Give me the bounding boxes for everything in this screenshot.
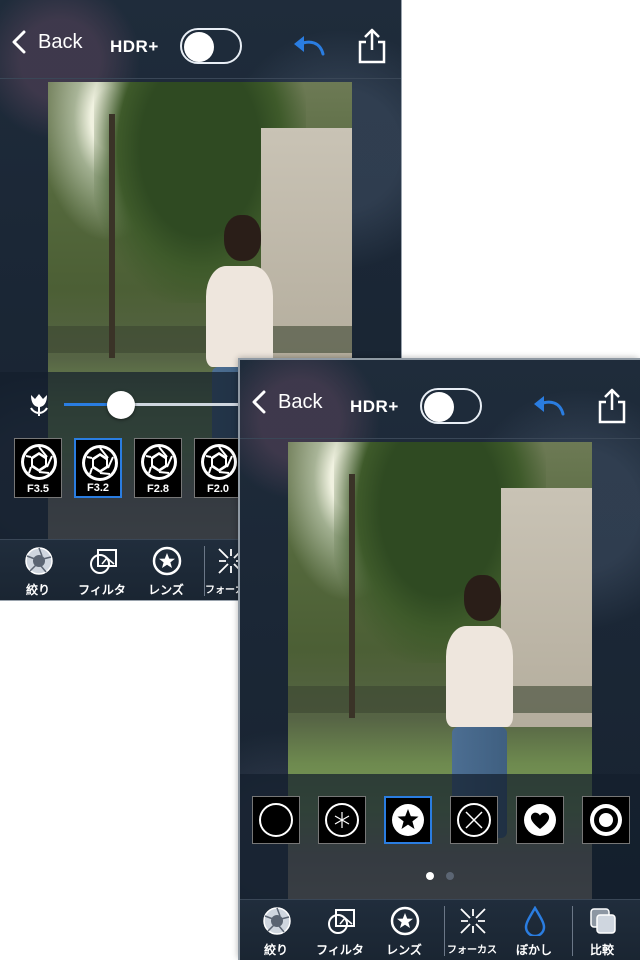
tool-lens[interactable]: レンズ bbox=[134, 540, 198, 600]
aperture-preset[interactable]: F2.8 bbox=[134, 438, 182, 498]
aperture-preset[interactable]: F3.5 bbox=[14, 438, 62, 498]
back-label: Back bbox=[38, 30, 83, 53]
aperture-preset[interactable]: F2.0 bbox=[194, 438, 242, 498]
focus-icon bbox=[460, 908, 486, 934]
share-icon[interactable] bbox=[596, 388, 628, 424]
back-button[interactable]: Back bbox=[8, 30, 82, 54]
app-screen-lens: Back HDR+ 絞り フィルタ レンズ フォーカス ぼかし 比較 bbox=[240, 360, 640, 960]
aperture-blade-icon bbox=[21, 444, 57, 480]
aperture-icon bbox=[263, 907, 291, 935]
tool-filter[interactable]: フィルタ bbox=[70, 540, 134, 600]
share-icon[interactable] bbox=[356, 28, 388, 64]
tool-filter[interactable]: フィルタ bbox=[308, 900, 372, 960]
aperture-blade-icon bbox=[141, 444, 177, 480]
navbar: Back HDR+ bbox=[0, 0, 401, 79]
tool-aperture[interactable]: 絞り bbox=[6, 540, 70, 600]
snowflake-shape-icon bbox=[325, 803, 359, 837]
hdr-toggle[interactable] bbox=[180, 28, 242, 64]
shape-heart[interactable] bbox=[516, 796, 564, 844]
toggle-knob bbox=[424, 392, 454, 422]
aperture-icon bbox=[25, 547, 53, 575]
hdr-label: HDR+ bbox=[350, 397, 399, 416]
shape-star[interactable] bbox=[384, 796, 432, 844]
filter-icon bbox=[90, 549, 117, 574]
shape-circle[interactable] bbox=[252, 796, 300, 844]
navbar: Back HDR+ bbox=[240, 360, 640, 439]
hdr-label: HDR+ bbox=[110, 37, 159, 56]
back-button[interactable]: Back bbox=[248, 390, 322, 414]
tool-compare[interactable]: 比較 bbox=[570, 900, 634, 960]
chevron-left-icon bbox=[252, 390, 266, 414]
tool-blur[interactable]: ぼかし bbox=[502, 900, 566, 960]
aperture-blade-icon bbox=[201, 444, 237, 480]
aperture-presets: F3.5 F3.2 F2.8 F2.0 bbox=[14, 438, 242, 502]
chevron-left-icon bbox=[12, 30, 26, 54]
shape-cross[interactable] bbox=[450, 796, 498, 844]
droplet-icon bbox=[524, 906, 546, 936]
macro-tulip-icon bbox=[30, 394, 48, 416]
aperture-blade-icon bbox=[82, 445, 118, 481]
slider-thumb[interactable] bbox=[107, 391, 136, 419]
aperture-label: F3.2 bbox=[86, 482, 109, 494]
cross-shape-icon bbox=[457, 803, 491, 837]
aperture-label: F2.8 bbox=[146, 483, 169, 495]
heart-shape-icon bbox=[524, 804, 556, 836]
tool-lens[interactable]: レンズ bbox=[372, 900, 436, 960]
aperture-preset[interactable]: F3.2 bbox=[74, 438, 122, 498]
star-shape-icon bbox=[392, 804, 424, 836]
undo-icon[interactable] bbox=[530, 390, 566, 420]
aperture-label: F3.5 bbox=[26, 483, 49, 495]
bottom-toolbar: 絞り フィルタ レンズ フォーカス ぼかし 比較 bbox=[240, 899, 640, 960]
back-label: Back bbox=[278, 390, 323, 413]
shape-dot[interactable] bbox=[582, 796, 630, 844]
lens-star-icon bbox=[152, 546, 182, 576]
aperture-label: F2.0 bbox=[206, 483, 229, 495]
undo-icon[interactable] bbox=[290, 30, 326, 60]
dot-shape-icon bbox=[590, 804, 622, 836]
page-dot[interactable] bbox=[426, 872, 434, 880]
tool-label: 比較 bbox=[589, 943, 614, 957]
shape-snowflake[interactable] bbox=[318, 796, 366, 844]
tool-aperture[interactable]: 絞り bbox=[244, 900, 308, 960]
page-indicator bbox=[240, 872, 640, 880]
toggle-knob bbox=[184, 32, 214, 62]
page-dot[interactable] bbox=[446, 872, 454, 880]
compare-icon bbox=[590, 908, 616, 934]
filter-icon bbox=[328, 909, 355, 934]
circle-shape-icon bbox=[259, 803, 293, 837]
hdr-toggle[interactable] bbox=[420, 388, 482, 424]
lens-star-icon bbox=[390, 906, 420, 936]
bokeh-shape-presets bbox=[252, 796, 630, 844]
